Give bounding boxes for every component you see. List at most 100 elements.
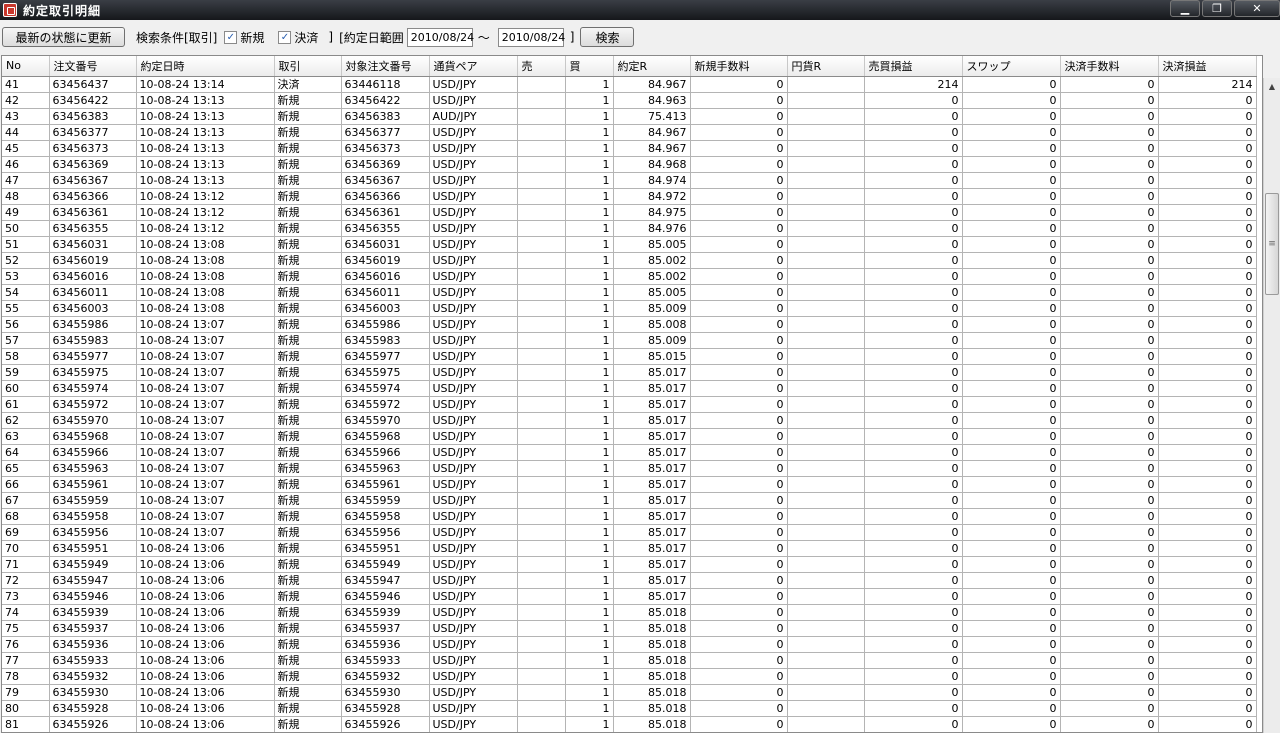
table-row[interactable]: 65 63455963 10-08-24 13:07 新規 63455963 USD/JP… <box>2 460 1257 477</box>
column-header[interactable]: 決済損益 <box>1158 56 1257 77</box>
table-cell: USD/JPY <box>429 684 518 701</box>
table-cell: 63455972 <box>49 396 137 413</box>
table-row[interactable]: 73 63455946 10-08-24 13:06 新規 63455946 USD/JP… <box>2 588 1257 605</box>
table-cell: 85.017 <box>613 524 691 541</box>
table-row[interactable]: 59 63455975 10-08-24 13:07 新規 63455975 USD/JP… <box>2 364 1257 381</box>
table-cell: 45 <box>2 140 50 157</box>
table-cell: 1 <box>565 524 614 541</box>
table-row[interactable]: 57 63455983 10-08-24 13:07 新規 63455983 USD/JP… <box>2 332 1257 349</box>
table-cell: 0 <box>1060 172 1159 189</box>
table-row[interactable]: 76 63455936 10-08-24 13:06 新規 63455936 USD/JP… <box>2 636 1257 653</box>
table-row[interactable]: 45 63456373 10-08-24 13:13 新規 63456373 USD/JP… <box>2 140 1257 157</box>
column-header[interactable]: 対象注文番号 <box>341 56 430 77</box>
table-row[interactable]: 43 63456383 10-08-24 13:13 新規 63456383 AUD/JP… <box>2 108 1257 125</box>
table-row[interactable]: 51 63456031 10-08-24 13:08 新規 63456031 USD/JP… <box>2 236 1257 253</box>
table-cell: 63456361 <box>341 204 430 221</box>
column-header[interactable]: 売 <box>517 56 566 77</box>
table-row[interactable]: 41 63456437 10-08-24 13:14 決済 63446118 USD/JP… <box>2 76 1257 93</box>
column-header[interactable]: スワップ <box>962 56 1061 77</box>
table-cell: 0 <box>690 396 788 413</box>
table-cell: 0 <box>690 316 788 333</box>
search-button[interactable]: 検索 <box>580 27 635 47</box>
column-header[interactable]: 約定日時 <box>136 56 275 77</box>
table-row[interactable]: 60 63455974 10-08-24 13:07 新規 63455974 USD/JP… <box>2 380 1257 397</box>
new-checkbox[interactable]: ✓ <box>224 30 238 44</box>
table-row[interactable]: 79 63455930 10-08-24 13:06 新規 63455930 USD/JP… <box>2 684 1257 701</box>
table-cell: 新規 <box>274 124 342 141</box>
column-header[interactable]: 注文番号 <box>49 56 137 77</box>
column-header[interactable]: 新規手数料 <box>690 56 788 77</box>
table-row[interactable]: 72 63455947 10-08-24 13:06 新規 63455947 USD/JP… <box>2 572 1257 589</box>
table-row[interactable]: 54 63456011 10-08-24 13:08 新規 63456011 USD/JP… <box>2 284 1257 301</box>
close-bracket: ] <box>328 30 334 44</box>
table-cell: 0 <box>962 140 1061 157</box>
table-cell <box>517 140 566 157</box>
table-row[interactable]: 66 63455961 10-08-24 13:07 新規 63455961 USD/JP… <box>2 476 1257 493</box>
vertical-scrollbar[interactable]: ▲ ≡ <box>1263 78 1280 733</box>
table-cell: 0 <box>1158 476 1257 493</box>
date-from-input[interactable]: 2010/08/24 <box>406 27 474 47</box>
table-row[interactable]: 55 63456003 10-08-24 13:08 新規 63456003 USD/JP… <box>2 300 1257 317</box>
table-row[interactable]: 53 63456016 10-08-24 13:08 新規 63456016 USD/JP… <box>2 268 1257 285</box>
table-row[interactable]: 61 63455972 10-08-24 13:07 新規 63455972 USD/JP… <box>2 396 1257 413</box>
table-cell <box>517 524 566 541</box>
settle-checkbox[interactable]: ✓ <box>278 30 292 44</box>
table-row[interactable]: 77 63455933 10-08-24 13:06 新規 63455933 USD/JP… <box>2 652 1257 669</box>
maximize-button[interactable]: ❐ <box>1202 0 1232 17</box>
table-cell: USD/JPY <box>429 92 518 109</box>
table-row[interactable]: 62 63455970 10-08-24 13:07 新規 63455970 USD/JP… <box>2 412 1257 429</box>
table-cell: 0 <box>962 700 1061 717</box>
table-row[interactable]: 42 63456422 10-08-24 13:13 新規 63456422 USD/JP… <box>2 92 1257 109</box>
minimize-button[interactable]: ▁ <box>1170 0 1200 17</box>
table-row[interactable]: 47 63456367 10-08-24 13:13 新規 63456367 USD/JP… <box>2 172 1257 189</box>
table-row[interactable]: 78 63455932 10-08-24 13:06 新規 63455932 USD/JP… <box>2 668 1257 685</box>
table-cell <box>517 620 566 637</box>
column-header[interactable]: 売買損益 <box>864 56 963 77</box>
table-row[interactable]: 80 63455928 10-08-24 13:06 新規 63455928 USD/JP… <box>2 700 1257 717</box>
table-row[interactable]: 48 63456366 10-08-24 13:12 新規 63456366 USD/JP… <box>2 188 1257 205</box>
table-row[interactable]: 67 63455959 10-08-24 13:07 新規 63455959 USD/JP… <box>2 492 1257 509</box>
column-header[interactable]: 買 <box>565 56 614 77</box>
table-row[interactable]: 74 63455939 10-08-24 13:06 新規 63455939 USD/JP… <box>2 604 1257 621</box>
column-header[interactable]: 約定R <box>613 56 691 77</box>
table-cell: USD/JPY <box>429 204 518 221</box>
table-cell: 63455947 <box>49 572 137 589</box>
table-row[interactable]: 50 63456355 10-08-24 13:12 新規 63456355 USD/JP… <box>2 220 1257 237</box>
table-cell <box>787 236 865 253</box>
column-header[interactable]: 円貨R <box>787 56 865 77</box>
table-row[interactable]: 81 63455926 10-08-24 13:06 新規 63455926 USD/JP… <box>2 716 1257 732</box>
scroll-up-icon[interactable]: ▲ <box>1264 78 1280 95</box>
table-row[interactable]: 64 63455966 10-08-24 13:07 新規 63455966 USD/JP… <box>2 444 1257 461</box>
table-row[interactable]: 71 63455949 10-08-24 13:06 新規 63455949 USD/JP… <box>2 556 1257 573</box>
table-cell: 0 <box>962 556 1061 573</box>
table-cell: 1 <box>565 572 614 589</box>
table-row[interactable]: 58 63455977 10-08-24 13:07 新規 63455977 USD/JP… <box>2 348 1257 365</box>
table-row[interactable]: 46 63456369 10-08-24 13:13 新規 63456369 USD/JP… <box>2 156 1257 173</box>
table-row[interactable]: 49 63456361 10-08-24 13:12 新規 63456361 USD/JP… <box>2 204 1257 221</box>
column-header[interactable]: No <box>2 56 50 77</box>
table-cell: 0 <box>1060 428 1159 445</box>
table-cell: USD/JPY <box>429 396 518 413</box>
table-cell: 63455932 <box>341 668 430 685</box>
date-to-input[interactable]: 2010/08/24 <box>497 27 565 47</box>
table-row[interactable]: 52 63456019 10-08-24 13:08 新規 63456019 USD/JP… <box>2 252 1257 269</box>
table-cell: 1 <box>565 556 614 573</box>
table-row[interactable]: 63 63455968 10-08-24 13:07 新規 63455968 USD/JP… <box>2 428 1257 445</box>
table-cell: 68 <box>2 508 50 525</box>
table-row[interactable]: 69 63455956 10-08-24 13:07 新規 63455956 USD/JP… <box>2 524 1257 541</box>
refresh-button[interactable]: 最新の状態に更新 <box>2 27 125 47</box>
column-header[interactable]: 通貨ペア <box>429 56 518 77</box>
column-header[interactable]: 取引 <box>274 56 342 77</box>
table-row[interactable]: 68 63455958 10-08-24 13:07 新規 63455958 USD/JP… <box>2 508 1257 525</box>
scroll-thumb[interactable]: ≡ <box>1265 193 1279 295</box>
table-row[interactable]: 44 63456377 10-08-24 13:13 新規 63456377 USD/JP… <box>2 124 1257 141</box>
table-cell: 63455936 <box>49 636 137 653</box>
table-cell: 0 <box>690 188 788 205</box>
table-row[interactable]: 75 63455937 10-08-24 13:06 新規 63455937 USD/JP… <box>2 620 1257 637</box>
table-row[interactable]: 70 63455951 10-08-24 13:06 新規 63455951 USD/JP… <box>2 540 1257 557</box>
table-row[interactable]: 56 63455986 10-08-24 13:07 新規 63455986 USD/JP… <box>2 316 1257 333</box>
trade-grid[interactable]: No 注文番号 約定日時 取引 対象注文番号 通貨ペア売買約定R 新規手数料 円貨R 売買損益ス… <box>1 55 1263 733</box>
table-cell: 0 <box>690 588 788 605</box>
column-header[interactable]: 決済手数料 <box>1060 56 1159 77</box>
close-button[interactable]: ✕ <box>1234 0 1280 17</box>
